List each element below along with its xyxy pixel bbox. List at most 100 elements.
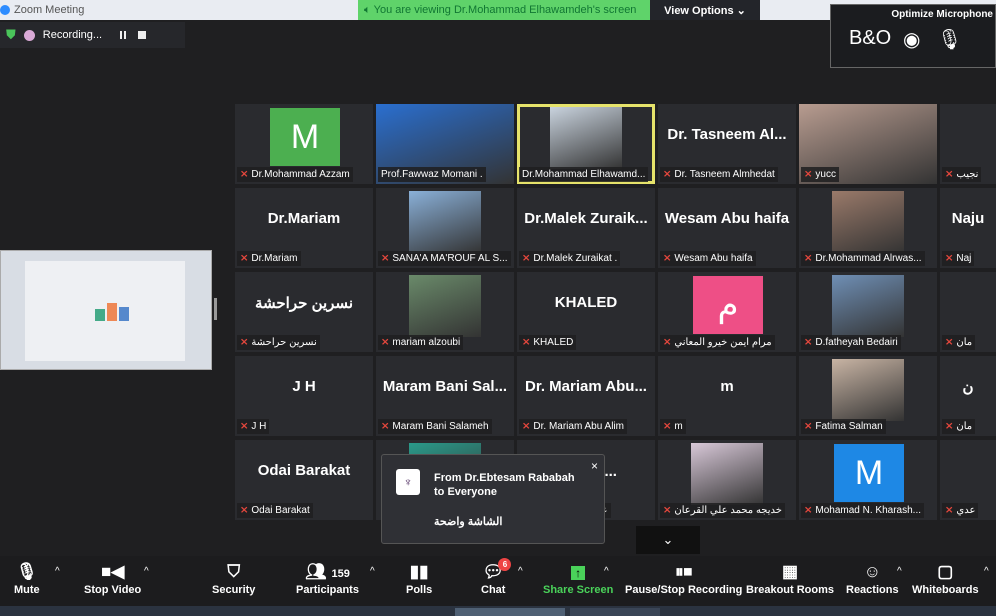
muted-mic-icon: ⨯ [240, 421, 249, 432]
chat-notification[interactable]: ♆ From Dr.Ebtesam Rababah to Everyone الش… [381, 454, 605, 544]
view-options-button[interactable]: View Options ⌄ [650, 0, 760, 20]
participant-tile[interactable]: ⨯ Fatima Salman [799, 356, 937, 436]
chat-badge: 6 [498, 558, 512, 571]
participant-tile[interactable]: Dr.Mohammad Elhawamd... [517, 104, 655, 184]
whiteboards-button[interactable]: ▢ Whiteboards [912, 560, 979, 596]
participant-name-label: ⨯ Fatima Salman [801, 419, 886, 434]
participant-tile[interactable]: ⨯ mariam alzoubi [376, 272, 514, 352]
taskbar-zoom-item[interactable] [455, 608, 565, 616]
participants-button[interactable]: 👥︎ 159 Participants [296, 560, 359, 596]
stop-recording-icon[interactable] [138, 31, 147, 39]
mute-button[interactable]: 🎙︎ Mute [14, 560, 40, 596]
pause-stop-recording-button[interactable]: ⏸︎⏹︎ Pause/Stop Recording [625, 560, 742, 596]
chevron-up-icon[interactable]: ^ [984, 566, 989, 577]
bo-logo-icon: B&O [849, 27, 892, 49]
participant-tile[interactable]: Dr.Mariam ⨯ Dr.Mariam [235, 188, 373, 268]
participant-name: yucc [815, 169, 836, 180]
participant-tile[interactable]: J H ⨯ J H [235, 356, 373, 436]
participant-tile[interactable]: Wesam Abu haifa ⨯ Wesam Abu haifa [658, 188, 796, 268]
participant-name-label: ⨯ Dr. Mariam Abu Alim [519, 419, 627, 434]
participant-tile[interactable]: Dr. Tasneem Al... ⨯ Dr. Tasneem Almhedat [658, 104, 796, 184]
mute-label: Mute [14, 584, 40, 596]
chat-message: الشاشة واضحة [434, 516, 503, 528]
share-screen-label: Share Screen [543, 584, 614, 596]
participant-tile[interactable]: M ⨯ Mohamad N. Kharash... [799, 440, 937, 520]
participant-tile[interactable]: m ⨯ m [658, 356, 796, 436]
participant-tile[interactable]: Dr. Mariam Abu... ⨯ Dr. Mariam Abu Alim [517, 356, 655, 436]
muted-mic-icon: ⨯ [804, 253, 813, 264]
participant-tile[interactable]: Naju ⨯ Naj [940, 188, 996, 268]
participant-name-label: Dr.Mohammad Elhawamd... [519, 167, 649, 182]
taskbar-item[interactable] [570, 608, 660, 616]
muted-mic-icon: ⨯ [240, 169, 249, 180]
participant-name-label: ⨯ نسرين حراحشة [237, 335, 320, 350]
participant-name: Odai Barakat [251, 505, 310, 516]
participant-name-label: ⨯ Dr.Malek Zuraikat . [519, 251, 621, 266]
speaker-icon: 🔈︎ [364, 3, 374, 16]
muted-mic-icon: ⨯ [945, 337, 954, 348]
chevron-up-icon[interactable]: ^ [604, 566, 609, 577]
share-screen-button[interactable]: ↑ Share Screen [543, 560, 613, 596]
shared-screen-thumbnail[interactable] [0, 250, 212, 370]
participant-tile[interactable]: Maram Bani Sal... ⨯ Maram Bani Salameh [376, 356, 514, 436]
chevron-up-icon[interactable]: ^ [55, 566, 60, 577]
recording-bar: ⛊ Recording... [0, 22, 185, 48]
polls-button[interactable]: ▮▮ Polls [406, 560, 432, 596]
security-button[interactable]: ⛉ Security [212, 560, 255, 596]
encryption-shield-icon[interactable]: ⛊ [6, 27, 16, 43]
chevron-up-icon[interactable]: ^ [144, 566, 149, 577]
breakout-rooms-button[interactable]: ▦ Breakout Rooms [746, 560, 834, 596]
participant-tile[interactable]: ⨯ D.fatheyah Bedairi [799, 272, 937, 352]
participant-name-label: ⨯ J H [237, 419, 270, 434]
participant-name: KHALED [533, 337, 574, 348]
muted-mic-icon: ⨯ [804, 169, 813, 180]
chevron-up-icon[interactable]: ^ [370, 566, 375, 577]
muted-mic-icon: ⨯ [663, 253, 672, 264]
participant-name: Naj [956, 253, 972, 264]
reactions-button[interactable]: ☺︎ Reactions [846, 560, 899, 596]
participant-tile[interactable]: Dr.Malek Zuraik... ⨯ Dr.Malek Zuraikat . [517, 188, 655, 268]
participant-tile[interactable]: M ⨯ Dr.Mohammad Azzam [235, 104, 373, 184]
chat-button[interactable]: 💬︎ 6 Chat [481, 558, 512, 596]
participant-tile[interactable]: KHALED ⨯ KHALED [517, 272, 655, 352]
participant-display-name: Naju [951, 210, 985, 227]
participant-name: Dr.Mohammad Elhawamd... [522, 169, 646, 180]
chevron-up-icon[interactable]: ^ [518, 566, 523, 577]
record-circle-icon[interactable]: ◉ [903, 27, 920, 52]
participant-tile[interactable]: ⨯ Dr.Mohammad Alrwas... [799, 188, 937, 268]
participant-tile[interactable]: ⨯ عدي [940, 440, 996, 520]
participant-name-label: ⨯ yucc [801, 167, 839, 182]
participant-name-label: ⨯ m [660, 419, 686, 434]
participant-tile[interactable]: نسرين حراحشة ⨯ نسرين حراحشة [235, 272, 373, 352]
participant-video [832, 191, 904, 253]
participant-tile[interactable]: ⨯ نجيب [940, 104, 996, 184]
muted-mic-icon: ⨯ [381, 421, 390, 432]
participant-tile[interactable]: Odai Barakat ⨯ Odai Barakat [235, 440, 373, 520]
participant-count: 159 [331, 568, 350, 580]
participant-video [409, 275, 481, 337]
participant-tile[interactable]: ن ⨯ مان [940, 356, 996, 436]
chevron-up-icon[interactable]: ^ [897, 566, 902, 577]
participant-tile[interactable]: ⨯ yucc [799, 104, 937, 184]
pause-recording-icon[interactable] [120, 31, 127, 39]
muted-mic-icon: ⨯ [522, 253, 531, 264]
avatar: M [270, 108, 340, 166]
close-icon[interactable]: × [591, 459, 598, 473]
participant-name: D.fatheyah Bedairi [815, 337, 898, 348]
muted-mic-icon: ⨯ [945, 253, 954, 264]
participants-label: Participants [296, 584, 359, 596]
participant-name-label: ⨯ Dr.Mohammad Azzam [237, 167, 353, 182]
participant-tile[interactable]: Prof.Fawwaz Momani . [376, 104, 514, 184]
resize-handle[interactable] [214, 298, 217, 320]
participant-display-name: m [720, 378, 734, 395]
participant-name: m [674, 421, 683, 432]
show-more-chevron-down-icon[interactable]: ⌄ [636, 526, 700, 554]
microphone-icon[interactable]: 🎙︎ [937, 27, 962, 52]
participant-tile[interactable]: ⨯ خديجه محمد علي القرعان [658, 440, 796, 520]
participant-tile[interactable]: ⨯ SANA'A MA'ROUF AL S... [376, 188, 514, 268]
participant-tile[interactable]: ⨯ مان [940, 272, 996, 352]
participant-tile[interactable]: م ⨯ مرام ايمن خيرو المعاني [658, 272, 796, 352]
stop-video-button[interactable]: ■◀ Stop Video [84, 560, 141, 596]
participant-display-name: Dr.Malek Zuraik... [524, 210, 648, 227]
smiley-plus-icon: ☺︎ [863, 562, 881, 581]
